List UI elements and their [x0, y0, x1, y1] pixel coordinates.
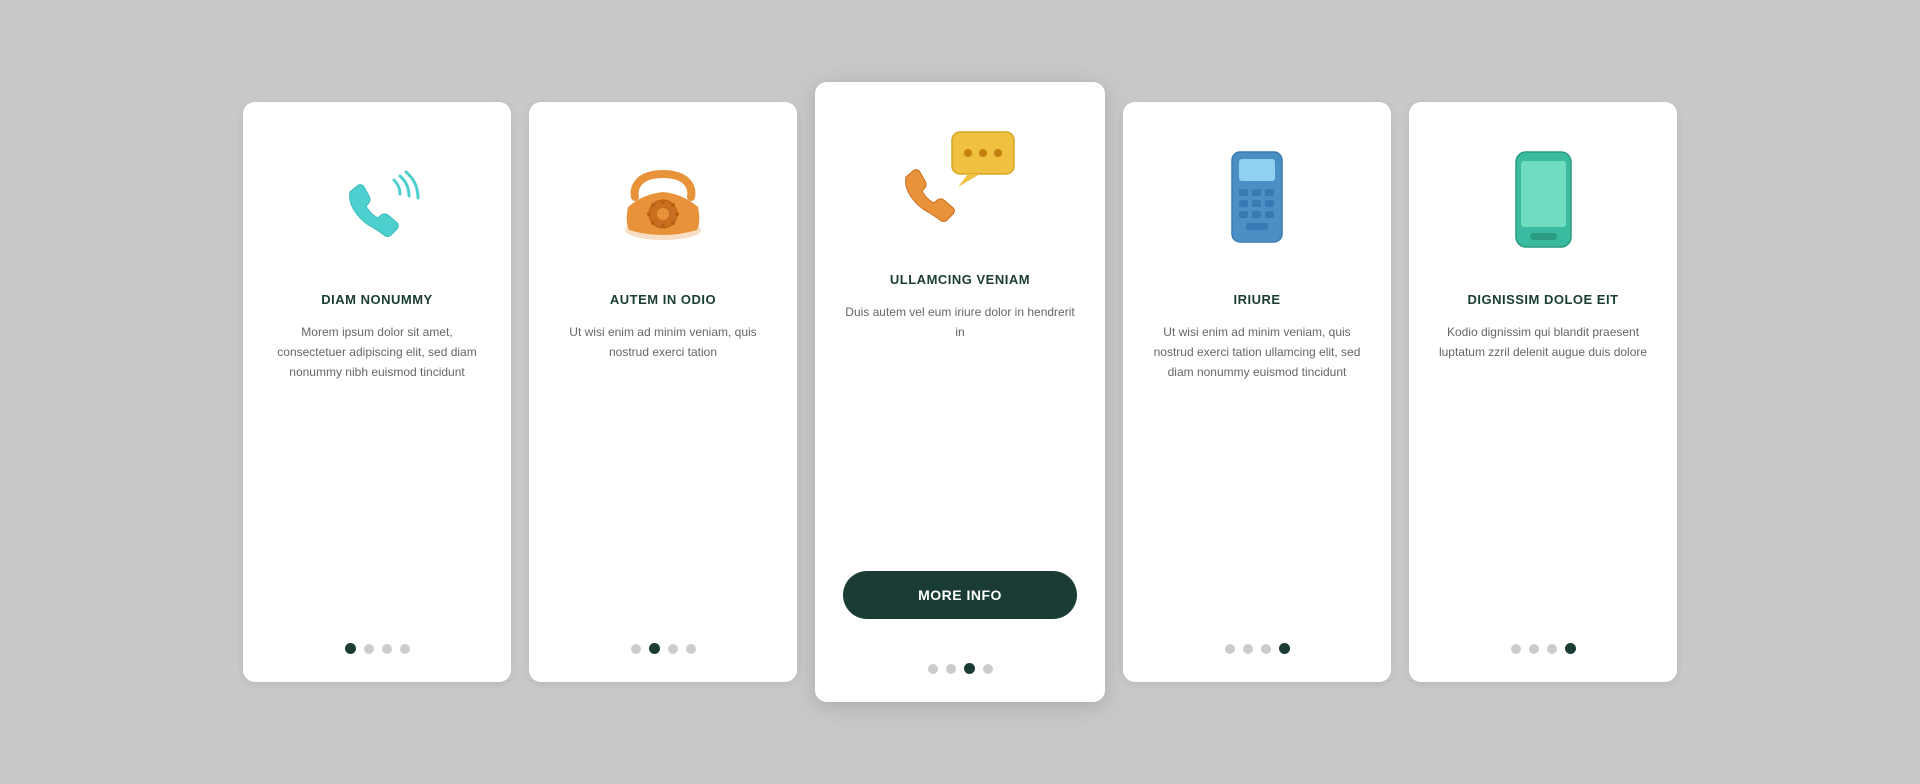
card-1-dots: [345, 643, 410, 654]
dot-4-2: [1261, 644, 1271, 654]
card-5-title: DIGNISSIM DOLOE EIT: [1467, 292, 1618, 307]
icon-area-4: [1197, 142, 1317, 262]
card-1-title: DIAM NONUMMY: [321, 292, 432, 307]
smartphone-icon: [1506, 147, 1581, 257]
dot-5-1: [1529, 644, 1539, 654]
card-1: DIAM NONUMMY Morem ipsum dolor sit amet,…: [243, 102, 511, 682]
dot-4-0: [1225, 644, 1235, 654]
dot-2-0: [631, 644, 641, 654]
dot-3-1: [946, 664, 956, 674]
card-4-dots: [1225, 643, 1290, 654]
card-1-body: Morem ipsum dolor sit amet, consectetuer…: [271, 323, 483, 619]
card-5: DIGNISSIM DOLOE EIT Kodio dignissim qui …: [1409, 102, 1677, 682]
dot-2-2: [668, 644, 678, 654]
feature-phone-icon: [1217, 147, 1297, 257]
card-5-dots: [1511, 643, 1576, 654]
card-2-body: Ut wisi enim ad minim veniam, quis nostr…: [557, 323, 769, 619]
card-5-body: Kodio dignissim qui blandit praesent lup…: [1437, 323, 1649, 619]
dot-2-3: [686, 644, 696, 654]
dot-3-0: [928, 664, 938, 674]
card-3-body: Duis autem vel eum iriure dolor in hendr…: [843, 303, 1077, 551]
dot-5-2: [1547, 644, 1557, 654]
icon-area-2: [603, 142, 723, 262]
dot-5-0: [1511, 644, 1521, 654]
dot-1-3: [400, 644, 410, 654]
icon-area-5: [1483, 142, 1603, 262]
dot-2-1: [649, 643, 660, 654]
dot-4-3: [1279, 643, 1290, 654]
dot-1-2: [382, 644, 392, 654]
dot-3-3: [983, 664, 993, 674]
card-4-body: Ut wisi enim ad minim veniam, quis nostr…: [1151, 323, 1363, 619]
dot-1-1: [364, 644, 374, 654]
more-info-button[interactable]: MORE INFO: [843, 571, 1077, 619]
icon-area-3: [900, 122, 1020, 242]
desk-phone-icon: [613, 152, 713, 252]
dot-1-0: [345, 643, 356, 654]
card-4-title: IRIURE: [1233, 292, 1280, 307]
dot-3-2: [964, 663, 975, 674]
card-2-dots: [631, 643, 696, 654]
card-4: IRIURE Ut wisi enim ad minim veniam, qui…: [1123, 102, 1391, 682]
card-3-title: ULLAMCING VENIAM: [890, 272, 1030, 287]
card-3: ULLAMCING VENIAM Duis autem vel eum iriu…: [815, 82, 1105, 702]
dot-4-1: [1243, 644, 1253, 654]
card-2: AUTEM IN ODIO Ut wisi enim ad minim veni…: [529, 102, 797, 682]
phone-chat-icon: [900, 127, 1020, 237]
cards-container: DIAM NONUMMY Morem ipsum dolor sit amet,…: [213, 52, 1707, 732]
card-2-title: AUTEM IN ODIO: [610, 292, 716, 307]
card-3-dots: [928, 663, 993, 674]
icon-area-1: [317, 142, 437, 262]
dot-5-3: [1565, 643, 1576, 654]
phone-ringing-icon: [332, 157, 422, 247]
